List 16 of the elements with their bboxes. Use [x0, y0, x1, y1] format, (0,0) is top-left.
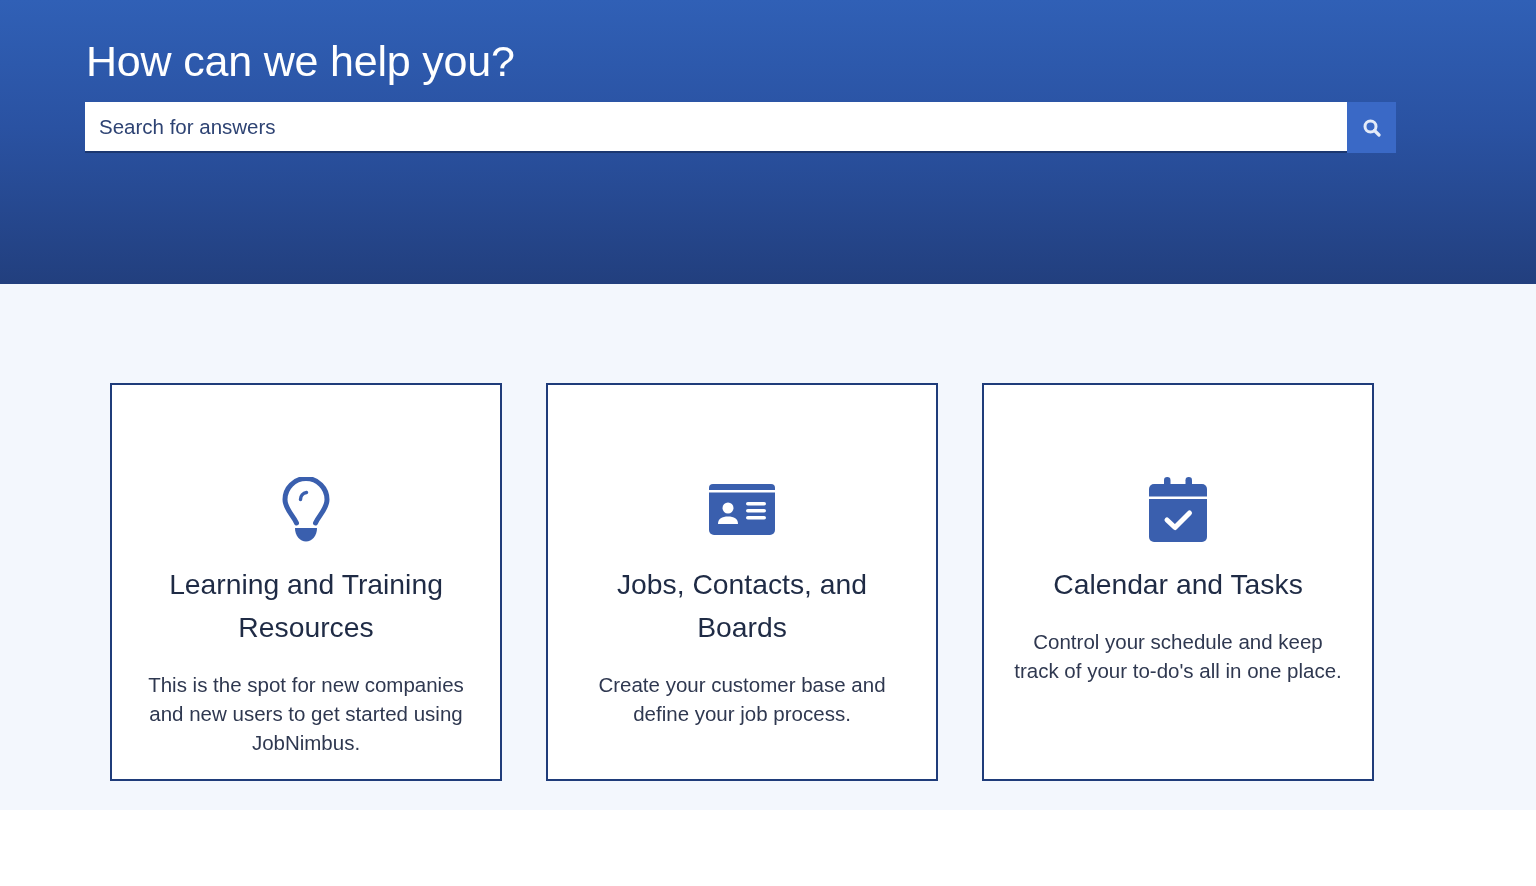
search-button[interactable]: [1347, 102, 1396, 153]
category-card[interactable]: Calendar and Tasks Control your schedule and keep track of your to-do's all in one place.: [982, 383, 1374, 781]
category-card[interactable]: Jobs, Contacts, and Boards Create your customer base and define your job process.: [546, 383, 938, 781]
calendar-check-icon: [1149, 477, 1207, 542]
page-title: How can we help you?: [86, 36, 515, 87]
card-title: Calendar and Tasks: [1053, 567, 1303, 602]
lightbulb-icon: [282, 476, 330, 543]
card-title: Jobs, Contacts, and Boards: [615, 567, 869, 645]
category-card[interactable]: Learning and Training Resources This is the spot for new companies and new users to get started using JobNimbus.: [110, 383, 502, 781]
card-description: This is the spot for new companies and new users to get started using JobNimbus.: [147, 672, 465, 756]
card-title: Learning and Training Resources: [168, 567, 444, 645]
search-icon: [1362, 118, 1381, 137]
search-field[interactable]: Search for answers: [85, 102, 1347, 153]
id-card-icon: [709, 484, 775, 535]
card-description: Create your customer base and define your job process.: [597, 672, 887, 727]
card-description: Control your schedule and keep track of your to-do's all in one place.: [1013, 629, 1343, 684]
